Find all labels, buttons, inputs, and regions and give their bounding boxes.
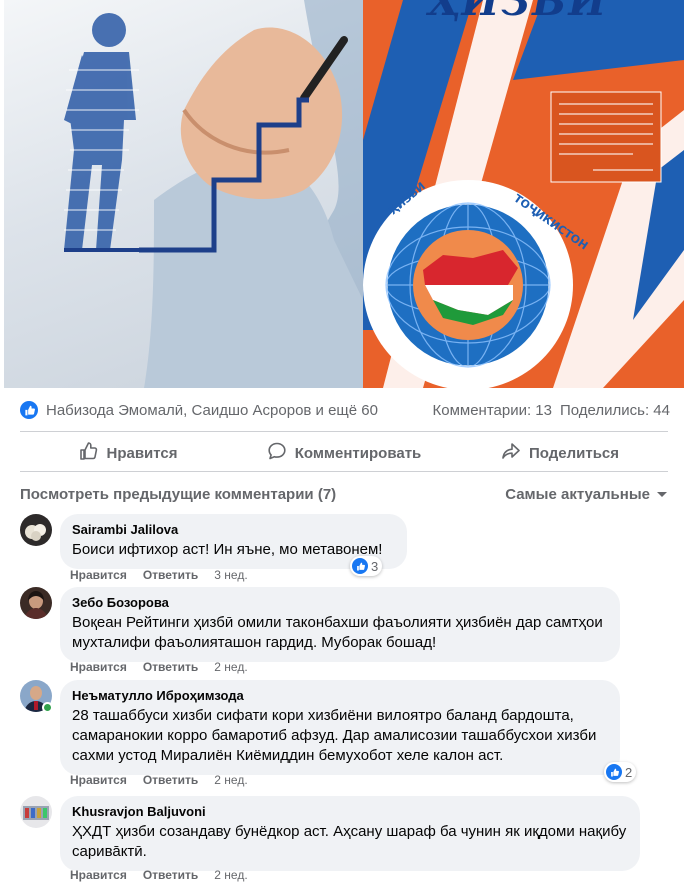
comment-meta: Нравится Ответить 2 нед.	[70, 773, 248, 787]
comment-reactions[interactable]: 2	[604, 762, 637, 782]
comment-text-line: мухталифи фаъолияташон гардид. Муборак б…	[72, 634, 437, 651]
comment-text: Боиси ифтихор аст! Ин яъне, мо метавонем…	[72, 541, 383, 558]
comment-text-line: 28 ташаббуси хизби сифати кори хизбиёни …	[72, 707, 574, 724]
post-image[interactable]: ҲИЗБИ ТОҶИКИСТОН ҲИЗБИ	[4, 0, 684, 388]
like-button[interactable]: Нравится	[20, 436, 236, 470]
comment-author[interactable]: Неъматулло Иброҳимзода	[72, 688, 608, 704]
view-previous-comments-link[interactable]: Посмотреть предыдущие комментарии (7)	[20, 486, 336, 503]
comment-bubble: Зебо Бозорова Воқеан Рейтинги ҳизбӣ омил…	[60, 587, 620, 662]
comment-bubble: Неъматулло Иброҳимзода 28 ташаббуси хизб…	[60, 680, 620, 775]
comment-reply-link[interactable]: Ответить	[143, 568, 198, 582]
comment-reply-link[interactable]: Ответить	[143, 773, 198, 787]
like-reaction-icon	[20, 401, 38, 419]
divider	[20, 431, 668, 432]
comment-author[interactable]: Sairambi Jalilova	[72, 522, 395, 538]
comment-author[interactable]: Зебо Бозорова	[72, 595, 608, 611]
reactions-summary[interactable]: Набизода Эмомалӣ, Саидшо Асроров и ещё 6…	[46, 402, 378, 419]
comment-time[interactable]: 2 нед.	[214, 868, 247, 882]
share-arrow-icon	[501, 441, 521, 465]
avatar[interactable]	[20, 514, 52, 546]
like-reaction-icon	[352, 558, 368, 574]
avatar[interactable]	[20, 587, 52, 619]
comment-time[interactable]: 2 нед.	[214, 660, 247, 674]
comment-bubble: Khusravjon Baljuvoni ҲХДТ ҳизби созандав…	[60, 796, 640, 871]
comment-text-line: ҲХДТ ҳизби созандаву бунёдкор аст. Аҳсан…	[72, 823, 627, 840]
hand-drawing-illustration	[4, 0, 363, 388]
comment-time[interactable]: 3 нед.	[214, 568, 247, 582]
comment-text: 28 ташаббуси хизби сифати кори хизбиёни …	[72, 706, 608, 766]
comment-text: ҲХДТ ҳизби созандаву бунёдкор аст. Аҳсан…	[72, 822, 628, 862]
comments-header: Посмотреть предыдущие комментарии (7) Са…	[20, 484, 668, 504]
comment-meta: Нравится Ответить 2 нед.	[70, 660, 248, 674]
comment-like-link[interactable]: Нравится	[70, 660, 127, 674]
comment-button[interactable]: Комментировать	[236, 436, 452, 470]
thumbs-up-icon	[78, 441, 98, 465]
comment-like-link[interactable]: Нравится	[70, 868, 127, 882]
like-reaction-icon	[606, 764, 622, 780]
caret-down-icon	[656, 486, 668, 503]
reaction-count: 2	[625, 764, 633, 780]
online-status-dot	[42, 702, 53, 713]
poster-title: ҲИЗБИ	[428, 0, 609, 25]
post-actions: Нравится Комментировать Поделиться	[20, 436, 668, 470]
comment-like-link[interactable]: Нравится	[70, 773, 127, 787]
comment-text-line: Воқеан Рейтинги ҳизбӣ омили таконбахши ф…	[72, 614, 603, 631]
comment-like-link[interactable]: Нравится	[70, 568, 127, 582]
comment-text-line: сахми устод Миралиён Киёмиддин бемухобот…	[72, 747, 504, 764]
sort-label: Самые актуальные	[505, 485, 650, 503]
share-button[interactable]: Поделиться	[452, 436, 668, 470]
reaction-count: 3	[371, 558, 379, 574]
comment-reply-link[interactable]: Ответить	[143, 868, 198, 882]
comment-text-line: сарива̄ктӣ.	[72, 843, 147, 860]
shares-count[interactable]: Поделились: 44	[560, 402, 670, 419]
post-stats: Набизода Эмомалӣ, Саидшо Асроров и ещё 6…	[20, 398, 670, 422]
comment-reactions[interactable]: 3	[350, 556, 383, 576]
comment-text: Воқеан Рейтинги ҳизбӣ омили таконбахши ф…	[72, 613, 608, 653]
comment-text-line: самаранокии корро бамаротиб афзуд. Дар а…	[72, 727, 597, 744]
comment-meta: Нравится Ответить 2 нед.	[70, 868, 248, 882]
share-button-label: Поделиться	[528, 444, 620, 462]
like-button-label: Нравится	[106, 444, 178, 462]
comment-author[interactable]: Khusravjon Baljuvoni	[72, 804, 628, 820]
comment-icon	[267, 441, 287, 465]
comment-meta: Нравится Ответить 3 нед.	[70, 568, 248, 582]
party-poster: ҲИЗБИ ТОҶИКИСТОН ҲИЗБИ	[363, 0, 684, 388]
comment-reply-link[interactable]: Ответить	[143, 660, 198, 674]
comment-sort-dropdown[interactable]: Самые актуальные	[505, 486, 668, 503]
comment-button-label: Комментировать	[294, 444, 422, 462]
comments-count[interactable]: Комментарии: 13	[433, 402, 553, 419]
divider	[20, 471, 668, 472]
comment-time[interactable]: 2 нед.	[214, 773, 247, 787]
avatar[interactable]	[20, 796, 52, 828]
